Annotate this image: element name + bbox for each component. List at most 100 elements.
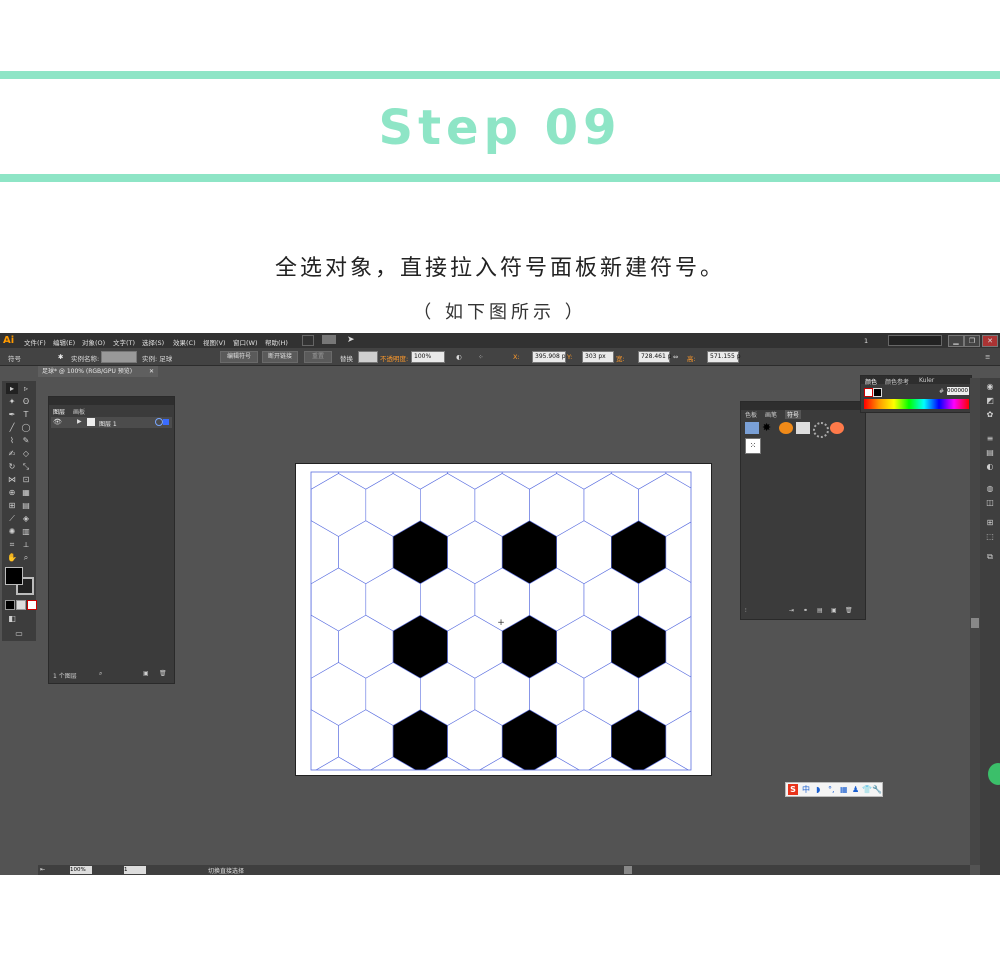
width-tool-icon[interactable]: ⋈ — [6, 474, 18, 485]
new-layer-icon[interactable]: ▣ — [143, 670, 149, 677]
hand-tool-icon[interactable]: ✋ — [6, 552, 18, 563]
fill-indicator[interactable] — [864, 388, 873, 397]
color-spectrum[interactable] — [864, 399, 969, 409]
artboard-tool-icon[interactable]: ⌗ — [6, 539, 18, 550]
menu-edit[interactable]: 编辑(E) — [53, 337, 75, 347]
tab-color[interactable]: 颜色 — [865, 377, 877, 386]
gradient-tool-icon[interactable]: ▤ — [20, 500, 32, 511]
transform-panel-icon[interactable]: ⬚ — [984, 532, 996, 542]
menu-view[interactable]: 视图(V) — [203, 337, 226, 347]
reset-button[interactable]: 重置 — [304, 351, 332, 363]
zoom-select[interactable]: 100% — [70, 866, 92, 874]
perspective-grid-tool-icon[interactable]: ▦ — [20, 487, 32, 498]
place-symbol-icon[interactable]: ⇥ — [789, 607, 794, 614]
stroke-indicator[interactable] — [873, 388, 882, 397]
symbol-swatch-banner[interactable] — [745, 422, 759, 434]
panel-menu-icon[interactable]: ≡ — [985, 353, 990, 361]
horizontal-scroll-thumb[interactable] — [624, 866, 632, 874]
fill-mode-swatch[interactable] — [5, 600, 15, 610]
symbol-swatch-flower[interactable] — [830, 422, 844, 434]
ime-user-icon[interactable]: ♟ — [852, 784, 859, 795]
send-icon[interactable]: ➤ — [347, 335, 355, 345]
restore-button[interactable]: ❐ — [964, 335, 980, 347]
appearance-panel-icon[interactable]: ◍ — [984, 484, 996, 494]
opacity-input[interactable]: 100% — [411, 351, 445, 363]
menu-type[interactable]: 文字(T) — [113, 337, 135, 347]
transparency-panel-icon[interactable]: ◐ — [984, 462, 996, 472]
arrange-docs-icon[interactable] — [322, 335, 336, 344]
screen-mode-icon[interactable]: ▭ — [13, 628, 25, 639]
expand-arrow-icon[interactable]: ▶ — [77, 418, 82, 425]
break-link-button[interactable]: 断开链接 — [262, 351, 298, 363]
pathfinder-panel-icon[interactable]: ⧉ — [984, 552, 996, 562]
vertical-scrollbar[interactable] — [970, 378, 980, 865]
status-mode[interactable]: 切换直接选择 — [208, 866, 244, 875]
document-tab[interactable]: 足球* @ 100% (RGB/GPU 预览) ✕ — [38, 366, 158, 377]
ime-punctuation-icon[interactable]: ◗ — [816, 784, 820, 795]
vertical-scroll-thumb[interactable] — [971, 618, 979, 628]
eyedropper-tool-icon[interactable]: ⟋ — [6, 513, 18, 524]
recolor-icon[interactable]: ◐ — [456, 353, 462, 361]
minimize-button[interactable]: ▁ — [948, 335, 964, 347]
symbol-swatch-corner[interactable] — [796, 422, 810, 434]
line-tool-icon[interactable]: ╱ — [6, 422, 18, 433]
color-guide-icon[interactable]: ◩ — [984, 396, 996, 406]
none-mode-swatch[interactable] — [27, 600, 37, 610]
transform-grid-icon[interactable]: ⁘ — [478, 353, 483, 361]
menu-help[interactable]: 帮助(H) — [265, 337, 288, 347]
layer-target-icon[interactable] — [155, 418, 163, 426]
pencil-tool-icon[interactable]: ✎ — [20, 435, 32, 446]
ime-language[interactable]: 中 — [802, 784, 810, 795]
paintbrush-tool-icon[interactable]: ⌇ — [6, 435, 18, 446]
eraser-tool-icon[interactable]: ◇ — [20, 448, 32, 459]
symbol-swatch-ring[interactable] — [813, 422, 829, 438]
delete-layer-icon[interactable]: 🗑 — [159, 670, 167, 677]
ime-tools-icon[interactable]: 🔧 — [872, 784, 882, 795]
delete-symbol-icon[interactable]: 🗑 — [845, 607, 853, 614]
hex-input[interactable]: 000000 — [947, 387, 969, 395]
instance-name-input[interactable] — [101, 351, 137, 363]
gradient-panel-icon[interactable]: ▤ — [984, 448, 996, 458]
align-panel-icon[interactable]: ⊞ — [984, 518, 996, 528]
color-panel-icon[interactable]: ◉ — [984, 382, 996, 392]
close-tab-icon[interactable]: ✕ — [149, 366, 154, 377]
edit-symbol-button[interactable]: 编辑符号 — [220, 351, 258, 363]
symbol-swatch-splat[interactable]: ✸ — [762, 422, 776, 434]
workspace-number[interactable]: 1 — [864, 337, 868, 345]
symbol-options-icon[interactable]: ▤ — [817, 607, 823, 614]
lasso-tool-icon[interactable]: ʘ — [20, 396, 32, 407]
menu-object[interactable]: 对象(O) — [82, 337, 105, 347]
tab-layers[interactable]: 图层 — [53, 407, 65, 416]
menu-window[interactable]: 窗口(W) — [233, 337, 258, 347]
slice-tool-icon[interactable]: ⟂ — [20, 539, 32, 550]
break-link-icon[interactable]: ⚭ — [803, 607, 808, 614]
menu-file[interactable]: 文件(F) — [24, 337, 46, 347]
magic-wand-tool-icon[interactable]: ✦ — [6, 396, 18, 407]
kuler-icon[interactable]: ✿ — [984, 410, 996, 420]
mesh-tool-icon[interactable]: ⊞ — [6, 500, 18, 511]
symbol-swatch-football[interactable]: ⁙ — [745, 438, 761, 454]
tab-color-guide[interactable]: 颜色参考 — [885, 377, 909, 386]
type-tool-icon[interactable]: T — [20, 409, 32, 420]
y-input[interactable]: 303 px — [582, 351, 614, 363]
symbol-sprayer-tool-icon[interactable]: ✺ — [6, 526, 18, 537]
page-select[interactable]: 1 — [124, 866, 146, 874]
blob-brush-tool-icon[interactable]: ✍ — [6, 448, 18, 459]
visibility-eye-icon[interactable]: 👁 — [53, 418, 62, 426]
fill-color-swatch[interactable] — [5, 567, 23, 585]
rotate-tool-icon[interactable]: ↻ — [6, 461, 18, 472]
symbol-swatch-orange[interactable] — [779, 422, 793, 434]
artboard[interactable]: + — [295, 463, 712, 776]
graph-tool-icon[interactable]: ▥ — [20, 526, 32, 537]
symbol-library-menu-icon[interactable]: ⫶ — [745, 607, 747, 615]
bridge-icon[interactable] — [302, 335, 314, 346]
menu-effect[interactable]: 效果(C) — [173, 337, 196, 347]
menu-select[interactable]: 选择(S) — [142, 337, 164, 347]
link-proportions-icon[interactable]: ⇔ — [673, 353, 678, 361]
x-input[interactable]: 395.908 p — [532, 351, 566, 363]
tab-swatches[interactable]: 色板 — [745, 410, 757, 419]
search-field[interactable] — [888, 335, 942, 346]
tab-brushes[interactable]: 画笔 — [765, 410, 777, 419]
new-symbol-icon[interactable]: ▣ — [831, 607, 837, 614]
draw-mode-icon[interactable]: ◧ — [6, 613, 18, 624]
